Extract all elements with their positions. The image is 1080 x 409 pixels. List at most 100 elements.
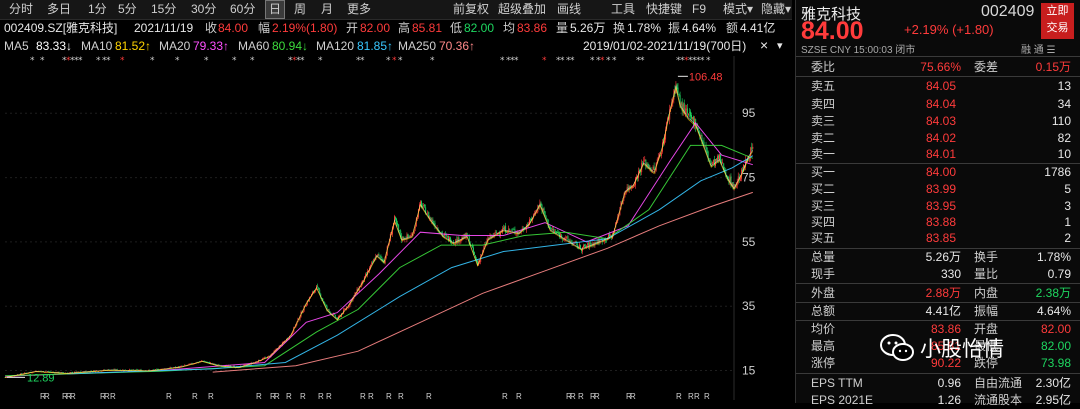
candle-body [397, 222, 399, 226]
tools-button[interactable]: 工具 [611, 1, 635, 18]
ask-row[interactable]: 卖五 84.05 13 [796, 77, 1080, 95]
chevron-down-icon[interactable]: ▾ [777, 37, 783, 55]
ma250-label: MA250 [398, 39, 437, 53]
bid-volume: 2 [1064, 231, 1071, 245]
period-tab-month[interactable]: 月 [318, 1, 336, 18]
candlestick-chart[interactable]: 106.4812.89* * * * * * * * * * * * * * * * * * * * * * * * * * * * *… [0, 55, 792, 403]
candle-body [511, 229, 513, 231]
period-tab-day[interactable]: 日 [265, 0, 286, 19]
candle-body [371, 262, 373, 265]
event-marker: * [700, 56, 705, 66]
stat-label: 现手 [811, 267, 836, 281]
candle-body [512, 229, 514, 231]
close-icon[interactable]: × [760, 36, 768, 54]
bid-row[interactable]: 买二 83.99 5 [796, 180, 1080, 198]
period-tab-5m[interactable]: 5分 [115, 1, 140, 18]
stat-row: 现手 330 量比 0.79 [796, 265, 1080, 283]
period-tab-1m[interactable]: 1分 [85, 1, 110, 18]
candle-body [705, 146, 707, 149]
ma5-line [4, 85, 754, 378]
stat-value: 1.78% [1036, 250, 1071, 264]
candle-body [691, 115, 692, 119]
candle-body [132, 369, 134, 371]
candle-body [690, 111, 691, 117]
open-value: 82.00 [360, 21, 391, 35]
period-tab-15m[interactable]: 15分 [148, 1, 179, 18]
dividend-marker: R [326, 392, 332, 401]
candle-body [718, 155, 719, 159]
candle-body [584, 244, 586, 247]
candle-body [724, 169, 726, 171]
draw-line-button[interactable]: 画线 [557, 1, 581, 18]
candle-body [377, 253, 379, 256]
bid-row[interactable]: 买五 83.85 2 [796, 229, 1080, 247]
period-tab-30m[interactable]: 30分 [188, 1, 219, 18]
dividend-marker: R [300, 392, 306, 401]
ask-label: 卖五 [811, 79, 836, 93]
max-price-label: 106.48 [689, 71, 723, 83]
event-marker: * [360, 56, 365, 66]
open-label: 开 [346, 21, 359, 35]
candle-body [495, 231, 497, 234]
period-tab-minute[interactable]: 分时 [6, 1, 36, 18]
event-marker: * [204, 56, 209, 66]
candle-body [632, 187, 634, 188]
y-tick-label: 15 [742, 364, 756, 378]
dividend-marker: R [516, 392, 522, 401]
stat-value: 2.88万 [925, 286, 961, 300]
mode-button[interactable]: 模式▾ [723, 1, 753, 18]
bid-row[interactable]: 买一 84.00 1786 [796, 163, 1080, 181]
stat-value: 82.00 [1040, 339, 1071, 353]
dividend-marker: R [208, 392, 214, 401]
ma120-value: 81.85↑ [357, 39, 394, 53]
ask-row[interactable]: 卖四 84.04 34 [796, 95, 1080, 113]
candle-body [590, 242, 592, 245]
ask-row[interactable]: 卖一 84.01 10 [796, 145, 1080, 163]
candle-body [719, 154, 721, 160]
period-tab-60m[interactable]: 60分 [227, 1, 258, 18]
stat-value: 4.64% [1036, 304, 1071, 318]
stat-value: 0.96 [937, 376, 961, 390]
trade-now-button[interactable]: 立即 交易 [1041, 3, 1074, 39]
event-marker: * [430, 56, 435, 66]
period-tab-more[interactable]: 更多 [344, 1, 374, 18]
shortcut-button[interactable]: 快捷键 [646, 1, 682, 18]
candle-body [558, 233, 560, 234]
stat-value: 1.26 [937, 393, 961, 407]
candle-body [474, 252, 475, 255]
candle-body [244, 364, 246, 366]
candle-body [513, 229, 515, 230]
overlay-button[interactable]: 超级叠加 [498, 1, 546, 18]
candle-body [550, 228, 552, 230]
candle-body [609, 233, 610, 237]
hide-button[interactable]: 隐藏▾ [761, 1, 791, 18]
candle-body [551, 228, 553, 231]
event-marker: * [612, 56, 617, 66]
stat-label: 均价 [811, 322, 836, 336]
candle-body [327, 309, 329, 310]
event-marker: * [606, 56, 611, 66]
event-marker: * [542, 56, 547, 66]
f9-button[interactable]: F9 [692, 1, 706, 18]
turnover-label: 换 [613, 21, 626, 35]
exchange-meta: SZSE CNY 15:00:03 闭市 [801, 45, 916, 56]
candle-body [685, 109, 687, 110]
candle-body [379, 255, 381, 257]
candle-body [752, 146, 754, 149]
candle-body [407, 233, 409, 237]
candle-body [190, 363, 192, 364]
amount-label: 额 [726, 21, 739, 35]
candle-body [721, 161, 723, 163]
adjust-button[interactable]: 前复权 [453, 1, 489, 18]
ask-price: 84.01 [925, 147, 956, 161]
stock-code-name: 002409.SZ[雅克科技] [4, 21, 118, 35]
ask-row[interactable]: 卖三 84.03 110 [796, 112, 1080, 130]
candle-body [544, 211, 546, 216]
candle-body [543, 208, 545, 213]
period-tab-week[interactable]: 周 [291, 1, 309, 18]
ask-label: 卖三 [811, 114, 836, 128]
stat-value: 2.38万 [1035, 286, 1071, 300]
candle-body [711, 162, 713, 165]
event-marker: * [232, 56, 237, 66]
period-tab-multiday[interactable]: 多日 [44, 1, 74, 18]
